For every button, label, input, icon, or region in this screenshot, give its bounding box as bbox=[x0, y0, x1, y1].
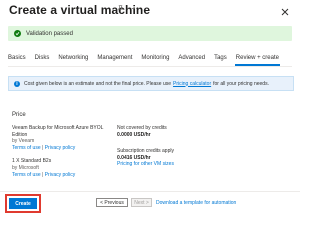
price-section-title: Price bbox=[12, 112, 26, 118]
credit-label: Subscription credits apply bbox=[117, 148, 174, 155]
validation-banner: Validation passed bbox=[8, 26, 292, 41]
download-template-link[interactable]: Download a template for automation bbox=[156, 200, 236, 206]
info-text-after: for all your pricing needs. bbox=[213, 80, 269, 87]
info-text-before: Cost given below is an estimate and not … bbox=[24, 80, 172, 87]
price-items: Veeam Backup for Microsoft Azure BYOL Ed… bbox=[12, 125, 114, 185]
tab-basics[interactable]: Basics bbox=[8, 55, 26, 61]
privacy-policy-link[interactable]: Privacy policy bbox=[45, 172, 76, 178]
price-value-block: Subscription credits apply 0.0416 USD/hr… bbox=[117, 148, 207, 168]
pricing-calculator-link[interactable]: Pricing calculator bbox=[173, 81, 211, 87]
price-value-block: Not covered by credits 0.0000 USD/hr bbox=[117, 125, 207, 138]
title-actions bbox=[117, 5, 138, 12]
tab-networking[interactable]: Networking bbox=[58, 55, 88, 61]
info-icon: i bbox=[14, 80, 20, 87]
tab-bar: Basics Disks Networking Management Monit… bbox=[8, 55, 288, 66]
product-name: Veeam Backup for Microsoft Azure BYOL Ed… bbox=[12, 125, 104, 138]
previous-button[interactable]: < Previous bbox=[96, 198, 128, 207]
credit-label: Not covered by credits bbox=[117, 125, 167, 131]
tab-divider bbox=[8, 66, 292, 67]
tab-review-create[interactable]: Review + create bbox=[234, 55, 281, 66]
check-icon bbox=[14, 30, 21, 37]
more-icon[interactable] bbox=[131, 5, 138, 12]
create-button[interactable]: Create bbox=[5, 194, 41, 213]
info-banner: i Cost given below is an estimate and no… bbox=[8, 76, 294, 91]
link-separator: | bbox=[42, 144, 44, 151]
close-icon[interactable] bbox=[280, 4, 290, 16]
tab-advanced[interactable]: Advanced bbox=[178, 55, 205, 61]
terms-of-use-link[interactable]: Terms of use bbox=[12, 172, 41, 178]
product-publisher: by Microsoft bbox=[12, 164, 39, 171]
price-values: Not covered by credits 0.0000 USD/hr Sub… bbox=[117, 125, 207, 175]
product-publisher: by Veeam bbox=[12, 138, 35, 145]
price-value: 0.0000 USD/hr bbox=[117, 131, 151, 138]
price-item: 1 X Standard B2s by Microsoft Terms of u… bbox=[12, 158, 114, 178]
pin-icon[interactable] bbox=[117, 5, 124, 12]
price-value: 0.0416 USD/hr bbox=[117, 154, 151, 161]
pricing-other-sizes-link[interactable]: Pricing for other VM sizes bbox=[117, 161, 207, 168]
tab-management[interactable]: Management bbox=[97, 55, 132, 61]
validation-message: Validation passed bbox=[26, 30, 73, 37]
link-separator: | bbox=[42, 171, 44, 178]
next-button[interactable]: Next > bbox=[131, 198, 152, 207]
product-name: 1 X Standard B2s bbox=[12, 158, 52, 165]
tab-tags[interactable]: Tags bbox=[214, 55, 227, 61]
tab-disks[interactable]: Disks bbox=[35, 55, 50, 61]
terms-of-use-link[interactable]: Terms of use bbox=[12, 145, 41, 151]
price-item: Veeam Backup for Microsoft Azure BYOL Ed… bbox=[12, 125, 114, 151]
privacy-policy-link[interactable]: Privacy policy bbox=[45, 145, 76, 151]
tab-monitoring[interactable]: Monitoring bbox=[141, 55, 169, 61]
